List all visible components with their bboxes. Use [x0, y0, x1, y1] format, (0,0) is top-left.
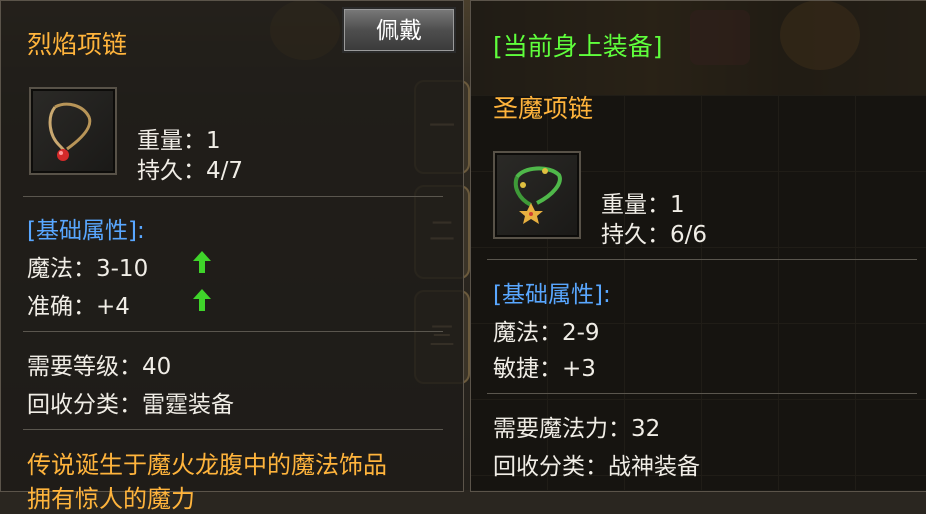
attr-magic: 魔法：3-10 [27, 256, 149, 282]
necklace-green-icon [513, 166, 562, 224]
recycle-category: 回收分类：雷霆装备 [27, 392, 234, 418]
wear-button[interactable]: 佩戴 [342, 7, 456, 53]
upgrade-arrow-icon [193, 251, 211, 273]
item-slot [29, 87, 117, 175]
equipped-item-tooltip: [当前身上装备] 圣魔项链 重量：1 持久：6/6 [基础属性]: 魔法：2-9… [470, 0, 926, 492]
basic-attributes-header: [基础属性]: [493, 282, 611, 308]
basic-attributes-header: [基础属性]: [27, 218, 145, 244]
divider [487, 393, 917, 394]
required-magic: 需要魔法力：32 [493, 416, 661, 442]
necklace-red-icon [48, 102, 92, 161]
item-weight: 重量：1 [601, 192, 685, 218]
divider [487, 259, 917, 260]
attr-magic: 魔法：2-9 [493, 320, 600, 346]
required-level: 需要等级：40 [27, 354, 172, 380]
item-durability: 持久：6/6 [601, 222, 708, 248]
compare-item-tooltip: 烈焰项链 佩戴 重量：1 持久：4/7 [基础属性]: 魔法：3-10 准确：+… [0, 0, 464, 513]
item-description-cont: 拥有惊人的魔力 [27, 485, 195, 513]
upgrade-arrow-icon [193, 289, 211, 311]
item-title: 烈焰项链 [27, 30, 128, 59]
recycle-category: 回收分类：战神装备 [493, 454, 700, 480]
attr-accuracy: 准确：+4 [27, 294, 130, 320]
divider [23, 196, 443, 197]
attr-agility: 敏捷：+3 [493, 356, 596, 382]
item-durability: 持久：4/7 [137, 158, 244, 184]
item-weight: 重量：1 [137, 128, 221, 154]
item-slot [493, 151, 581, 239]
divider [23, 331, 443, 332]
divider [23, 429, 443, 430]
equipped-header: [当前身上装备] [493, 32, 663, 61]
item-description: 传说诞生于魔火龙腹中的魔法饰品 [27, 451, 387, 479]
item-title: 圣魔项链 [493, 94, 594, 123]
